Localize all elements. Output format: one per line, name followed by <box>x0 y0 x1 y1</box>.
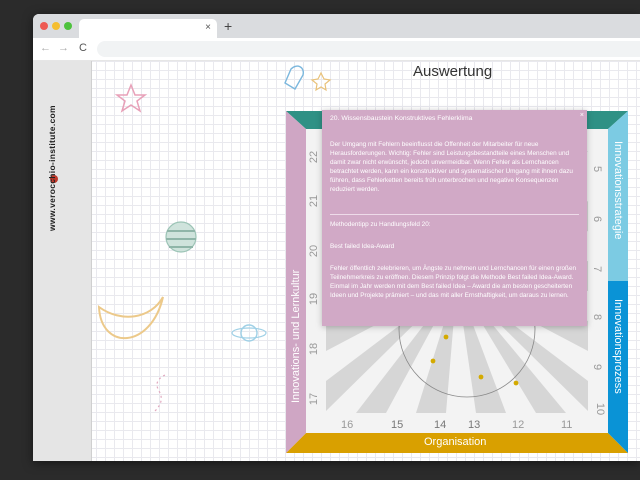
tab-bar: × + <box>33 14 640 38</box>
field-number[interactable]: 14 <box>434 419 446 431</box>
modal-close-icon[interactable]: × <box>580 112 584 119</box>
label-innovationsstrategie[interactable]: Innovationsstrategie <box>612 141 624 239</box>
back-arrow-icon[interactable]: ← <box>40 42 51 55</box>
field-number[interactable]: 21 <box>308 195 320 207</box>
field-number[interactable]: 12 <box>512 419 524 431</box>
new-tab-icon[interactable]: + <box>224 18 232 34</box>
field-number[interactable]: 13 <box>468 419 480 431</box>
field-number[interactable]: 6 <box>591 216 603 222</box>
field-number[interactable]: 11 <box>561 419 572 431</box>
planet-striped-doodle-icon <box>165 221 197 253</box>
field-number[interactable]: 19 <box>308 293 320 305</box>
star-doodle-icon <box>114 82 148 113</box>
star-small-doodle-icon <box>310 71 332 92</box>
page-content: www.verocchio-institute.com Auswertung I… <box>33 61 640 461</box>
maximize-window-dot[interactable] <box>64 22 72 30</box>
browser-window: × + ← → C www.verocchio-institute.com Au… <box>33 14 640 461</box>
forward-arrow-icon[interactable]: → <box>58 42 69 55</box>
dotted-trail-doodle <box>154 374 166 412</box>
field-number[interactable]: 5 <box>591 166 603 172</box>
rocket-doodle-icon <box>284 65 305 90</box>
minimize-window-dot[interactable] <box>52 22 60 30</box>
field-number[interactable]: 8 <box>591 314 603 320</box>
field-number[interactable]: 15 <box>391 419 403 431</box>
modal-paragraph-1: Der Umgang mit Fehlern beeinflusst die O… <box>330 141 573 193</box>
field-number[interactable]: 22 <box>308 151 320 163</box>
close-window-dot[interactable] <box>40 22 48 30</box>
reload-icon[interactable]: C <box>79 42 87 55</box>
field-number[interactable]: 17 <box>308 393 320 405</box>
field-number[interactable]: 16 <box>341 419 353 431</box>
browser-toolbar: ← → C <box>33 38 640 61</box>
field-number[interactable]: 9 <box>591 364 603 370</box>
modal-heading: 20. Wissensbaustein Konstruktives Fehler… <box>330 115 473 122</box>
sidebar: www.verocchio-institute.com <box>33 61 92 461</box>
info-modal: × 20. Wissensbaustein Konstruktives Fehl… <box>322 110 587 326</box>
label-innovationsprozess[interactable]: Innovationsprozess <box>612 299 624 394</box>
page-title: Auswertung <box>413 63 493 80</box>
field-number[interactable]: 20 <box>308 245 320 257</box>
modal-tip-title: Best failed Idea-Award <box>330 243 395 250</box>
modal-tip-heading: Methodentipp zu Handlungsfeld 20: <box>330 221 431 228</box>
label-innovations-lernkultur[interactable]: Innovations- und Lernkultur <box>290 270 302 403</box>
browser-tab[interactable]: × <box>79 19 217 38</box>
brand-url[interactable]: www.verocchio-institute.com <box>47 105 57 231</box>
ringed-planet-doodle-icon <box>231 324 267 342</box>
field-number[interactable]: 7 <box>591 266 603 272</box>
address-bar[interactable] <box>97 41 640 57</box>
close-tab-icon[interactable]: × <box>205 21 211 35</box>
modal-paragraph-2: Fehler öffentlich zelebrieren, um Ängste… <box>330 265 577 299</box>
moon-doodle-icon <box>97 296 164 340</box>
field-number[interactable]: 18 <box>308 343 320 355</box>
label-organisation[interactable]: Organisation <box>424 436 486 448</box>
field-number[interactable]: 10 <box>594 403 606 415</box>
modal-divider <box>330 214 579 215</box>
